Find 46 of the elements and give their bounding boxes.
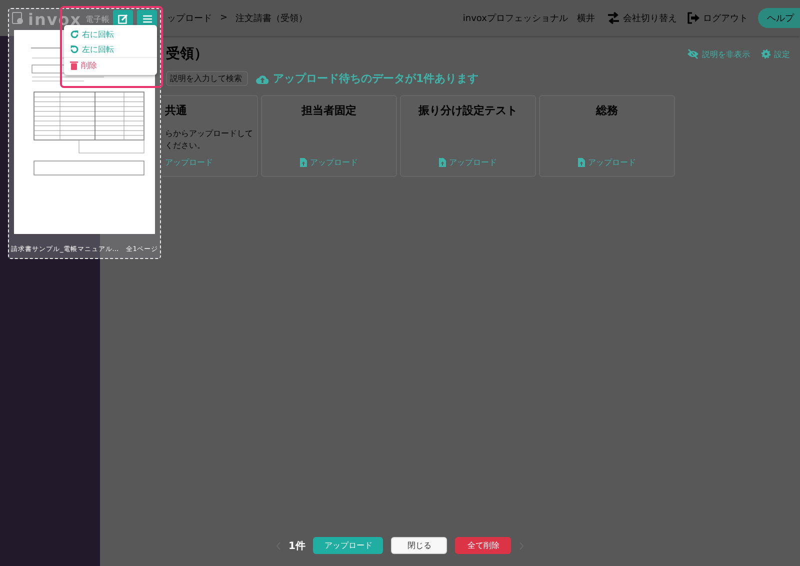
file-icon <box>439 158 446 167</box>
rotate-left-icon <box>70 45 79 54</box>
danger-button[interactable]: 全て削除 <box>455 537 512 554</box>
rotate-right-icon <box>70 30 79 39</box>
card-title: 担当者固定 <box>302 103 356 118</box>
gear-icon <box>761 49 771 59</box>
breadcrumb-separator: > <box>220 13 228 23</box>
card-description: らからアップロードして ください。 <box>165 128 253 152</box>
file-icon <box>300 158 307 167</box>
item-count: 1件 <box>288 540 306 552</box>
default-button[interactable]: 閉じる <box>391 537 448 554</box>
logout-link[interactable]: ログアウト <box>687 12 748 24</box>
category-card[interactable]: 総務 アップロード <box>539 95 675 177</box>
menu-item[interactable]: 右に回転 <box>64 27 157 42</box>
logo-subtitle: 電子帳 <box>86 14 110 25</box>
swap-icon <box>607 12 620 24</box>
category-card[interactable]: 振り分け設定テスト アップロード <box>400 95 536 177</box>
user-name: invoxプロフェッショナル 横井 <box>462 12 595 24</box>
page-title: 受領） <box>166 45 208 63</box>
edit-icon <box>118 14 128 24</box>
hide-link[interactable]: 説明を非表示 <box>687 48 750 60</box>
switch-link[interactable]: 会社切り替え <box>607 12 677 24</box>
card-title: 総務 <box>596 103 618 118</box>
logo-icon <box>12 12 24 24</box>
cloud-upload-icon <box>256 74 269 84</box>
card-title: 共通 <box>165 103 187 118</box>
category-card[interactable]: 担当者固定 アップロード <box>261 95 397 177</box>
upload-notice: アップロード待ちのデータが1件あります <box>273 71 479 86</box>
upload-link[interactable]: アップロード <box>439 157 497 168</box>
logout-icon <box>687 12 700 24</box>
breadcrumb-link[interactable]: ップロード <box>167 12 212 24</box>
search-field[interactable]: 説明を入力して検索 <box>166 71 248 86</box>
menu-item[interactable]: 左に回転 <box>64 42 157 57</box>
card-title: 振り分け設定テスト <box>418 103 518 118</box>
breadcrumb-current: 注文請書（受領） <box>236 12 308 24</box>
settings-link[interactable]: 設定 <box>761 48 790 60</box>
upload-link[interactable]: アップロード <box>300 157 358 168</box>
upload-link[interactable]: アップロード <box>165 157 213 168</box>
file-icon <box>578 158 585 167</box>
category-card[interactable]: 共通 らからアップロードして ください。 アップロード <box>162 95 258 177</box>
eye-slash-icon <box>687 49 699 59</box>
menu-icon <box>142 15 152 23</box>
upload-link[interactable]: アップロード <box>578 157 636 168</box>
trash-icon <box>70 61 78 70</box>
primary-button[interactable]: アップロード <box>313 537 384 554</box>
help-button[interactable]: ヘルプ <box>758 8 800 28</box>
